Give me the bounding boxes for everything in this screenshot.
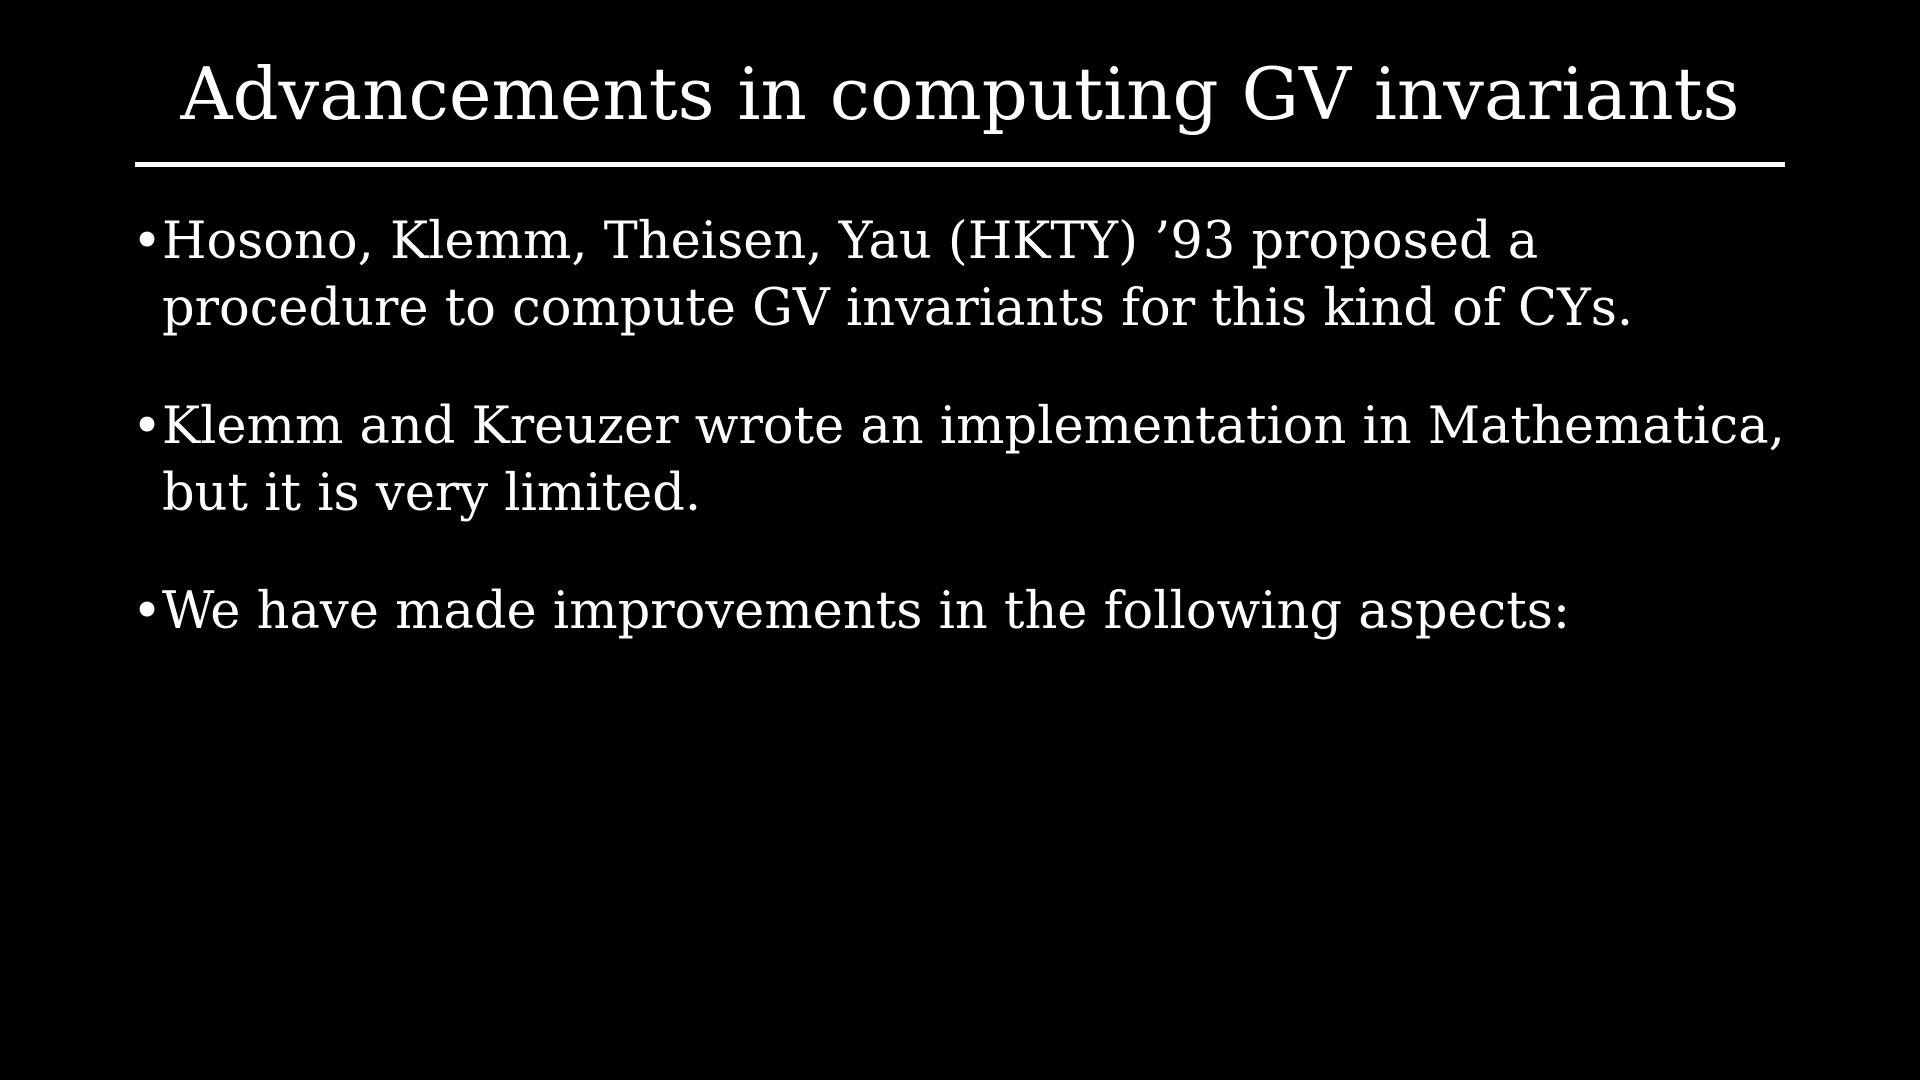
bullet-item-hkty: • Hosono, Klemm, Theisen, Yau (HKTY) ’93… — [130, 208, 1790, 342]
bullet-icon: • — [132, 582, 163, 641]
bullet-icon: • — [132, 397, 163, 456]
bullet-item-improvements: • We have made improvements in the follo… — [130, 578, 1790, 645]
title-divider — [135, 162, 1785, 167]
bullet-item-klemm-kreuzer: • Klemm and Kreuzer wrote an implementat… — [130, 393, 1790, 527]
bullet-list: • Hosono, Klemm, Theisen, Yau (HKTY) ’93… — [130, 208, 1790, 696]
bullet-text: Hosono, Klemm, Theisen, Yau (HKTY) ’93 p… — [162, 212, 1634, 338]
bullet-text: Klemm and Kreuzer wrote an implementatio… — [162, 397, 1785, 523]
bullet-text: We have made improvements in the followi… — [162, 582, 1571, 641]
slide-title: Advancements in computing GV invariants — [180, 52, 1740, 136]
bullet-icon: • — [132, 212, 163, 271]
slide: Advancements in computing GV invariants … — [0, 0, 1920, 1080]
